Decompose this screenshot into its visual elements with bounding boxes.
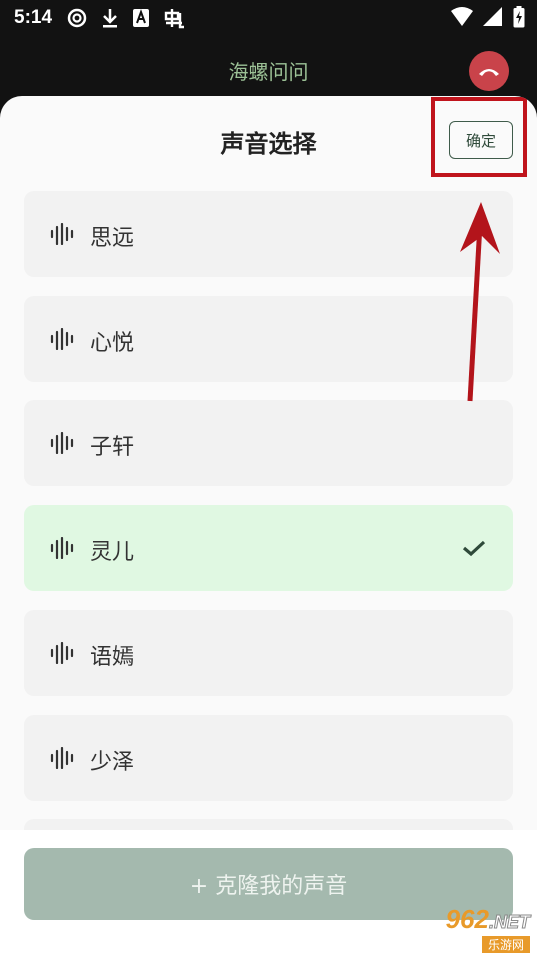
app-title: 海螺问问: [228, 60, 309, 84]
watermark-logo-text: 962.NET: [445, 904, 531, 934]
watermark-subtitle: 乐游网: [481, 936, 530, 953]
sound-wave-icon: [50, 328, 74, 350]
sound-wave-icon: [50, 432, 74, 454]
sound-wave-icon: [50, 747, 74, 769]
checkmark-icon: [462, 540, 486, 557]
status-bar: 5:14: [0, 0, 537, 38]
voice-name: 语嫣: [90, 645, 135, 670]
voice-item[interactable]: 子轩: [24, 400, 513, 486]
a-badge-icon: [133, 9, 149, 27]
voice-selection-sheet: 声音选择 确定 思远 心悦 子轩 灵儿 语嫣 少泽 + 克隆我的声音: [0, 96, 537, 956]
sound-wave-icon: [50, 642, 74, 664]
bug-icon: [164, 9, 184, 29]
hangup-button[interactable]: [469, 51, 509, 91]
sound-wave-icon: [50, 223, 74, 245]
sync-icon: [67, 8, 87, 28]
signal-icon: [483, 7, 502, 26]
app-header: 海螺问问: [0, 38, 537, 96]
voice-name: 心悦: [90, 331, 135, 356]
confirm-button[interactable]: 确定: [449, 121, 513, 159]
sound-wave-icon: [50, 537, 74, 559]
voice-item[interactable]: 少泽: [24, 715, 513, 801]
status-icons-left: [66, 6, 186, 30]
voice-name: 灵儿: [90, 540, 135, 565]
status-time: 5:14: [14, 7, 53, 28]
voice-item[interactable]: 语嫣: [24, 610, 513, 696]
battery-charging-icon: [513, 6, 525, 28]
phone-hangup-icon: [479, 69, 499, 76]
voice-name: 子轩: [90, 435, 135, 460]
voice-item[interactable]: 灵儿: [24, 505, 513, 591]
download-icon: [103, 9, 117, 28]
voice-name: 少泽: [90, 750, 135, 775]
watermark-logo: 962.NET 乐游网: [398, 904, 531, 953]
annotation-arrow: [460, 202, 500, 402]
voice-name: 思远: [90, 226, 135, 251]
wifi-icon: [451, 7, 473, 26]
status-icons-right: [451, 6, 525, 28]
